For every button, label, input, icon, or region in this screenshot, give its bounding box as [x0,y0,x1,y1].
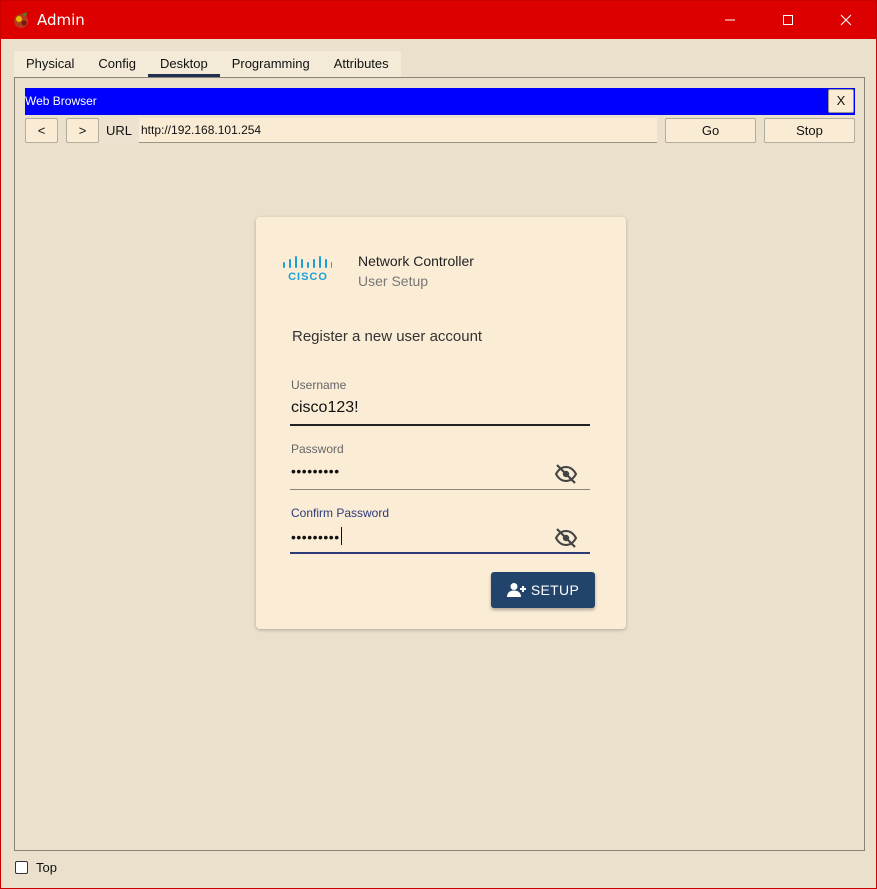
maximize-icon [783,15,793,25]
confirm-password-field[interactable]: ••••••••• [291,527,591,545]
setup-button[interactable]: SETUP [491,572,595,608]
desktop-panel: Web Browser X < > URL Go Stop [14,77,865,851]
page-heading: Register a new user account [292,328,483,345]
eye-off-icon[interactable] [554,462,578,486]
tab-physical[interactable]: Physical [14,51,86,77]
setup-button-label: SETUP [530,582,580,598]
web-browser-title: Web Browser [25,94,97,108]
go-button[interactable]: Go [665,118,756,143]
web-browser-bar: Web Browser X [25,88,855,115]
username-field[interactable]: cisco123! [291,399,591,417]
url-input[interactable] [139,118,657,143]
user-setup-card: CISCO Network Controller User Setup Regi… [256,217,626,629]
tab-bar: Physical Config Desktop Programming Attr… [14,51,401,77]
password-underline [290,489,590,490]
browser-close-button[interactable]: X [828,89,854,113]
top-checkbox[interactable]: Top [15,860,57,875]
back-button[interactable]: < [25,118,58,143]
title-bar[interactable]: Admin [1,1,876,39]
password-field[interactable]: ••••••••• [291,463,591,479]
tab-programming[interactable]: Programming [220,51,322,77]
close-button[interactable] [817,1,875,39]
cisco-logo: CISCO [283,256,332,283]
top-checkbox-label: Top [36,860,57,875]
eye-off-icon[interactable] [554,526,578,550]
app-window: Admin Physical Config Desktop Programmin… [0,0,877,889]
forward-button[interactable]: > [66,118,99,143]
maximize-button[interactable] [759,1,817,39]
add-user-icon [506,583,526,597]
url-label: URL [99,118,139,143]
app-icon [14,12,28,28]
tab-desktop[interactable]: Desktop [148,51,220,77]
stop-button[interactable]: Stop [764,118,855,143]
minimize-icon [725,19,735,21]
product-title: Network Controller [358,253,474,269]
close-icon [840,14,852,26]
username-label: Username [291,378,347,392]
confirm-password-underline [290,552,590,554]
tab-config[interactable]: Config [86,51,148,77]
window-title: Admin [37,11,85,29]
minimize-button[interactable] [701,1,759,39]
page-subtitle: User Setup [358,273,429,289]
tab-attributes[interactable]: Attributes [322,51,401,77]
password-label: Password [291,442,344,456]
top-checkbox-box[interactable] [15,861,28,874]
username-underline [290,424,590,426]
confirm-password-label: Confirm Password [291,506,390,520]
svg-text:CISCO: CISCO [288,271,328,283]
